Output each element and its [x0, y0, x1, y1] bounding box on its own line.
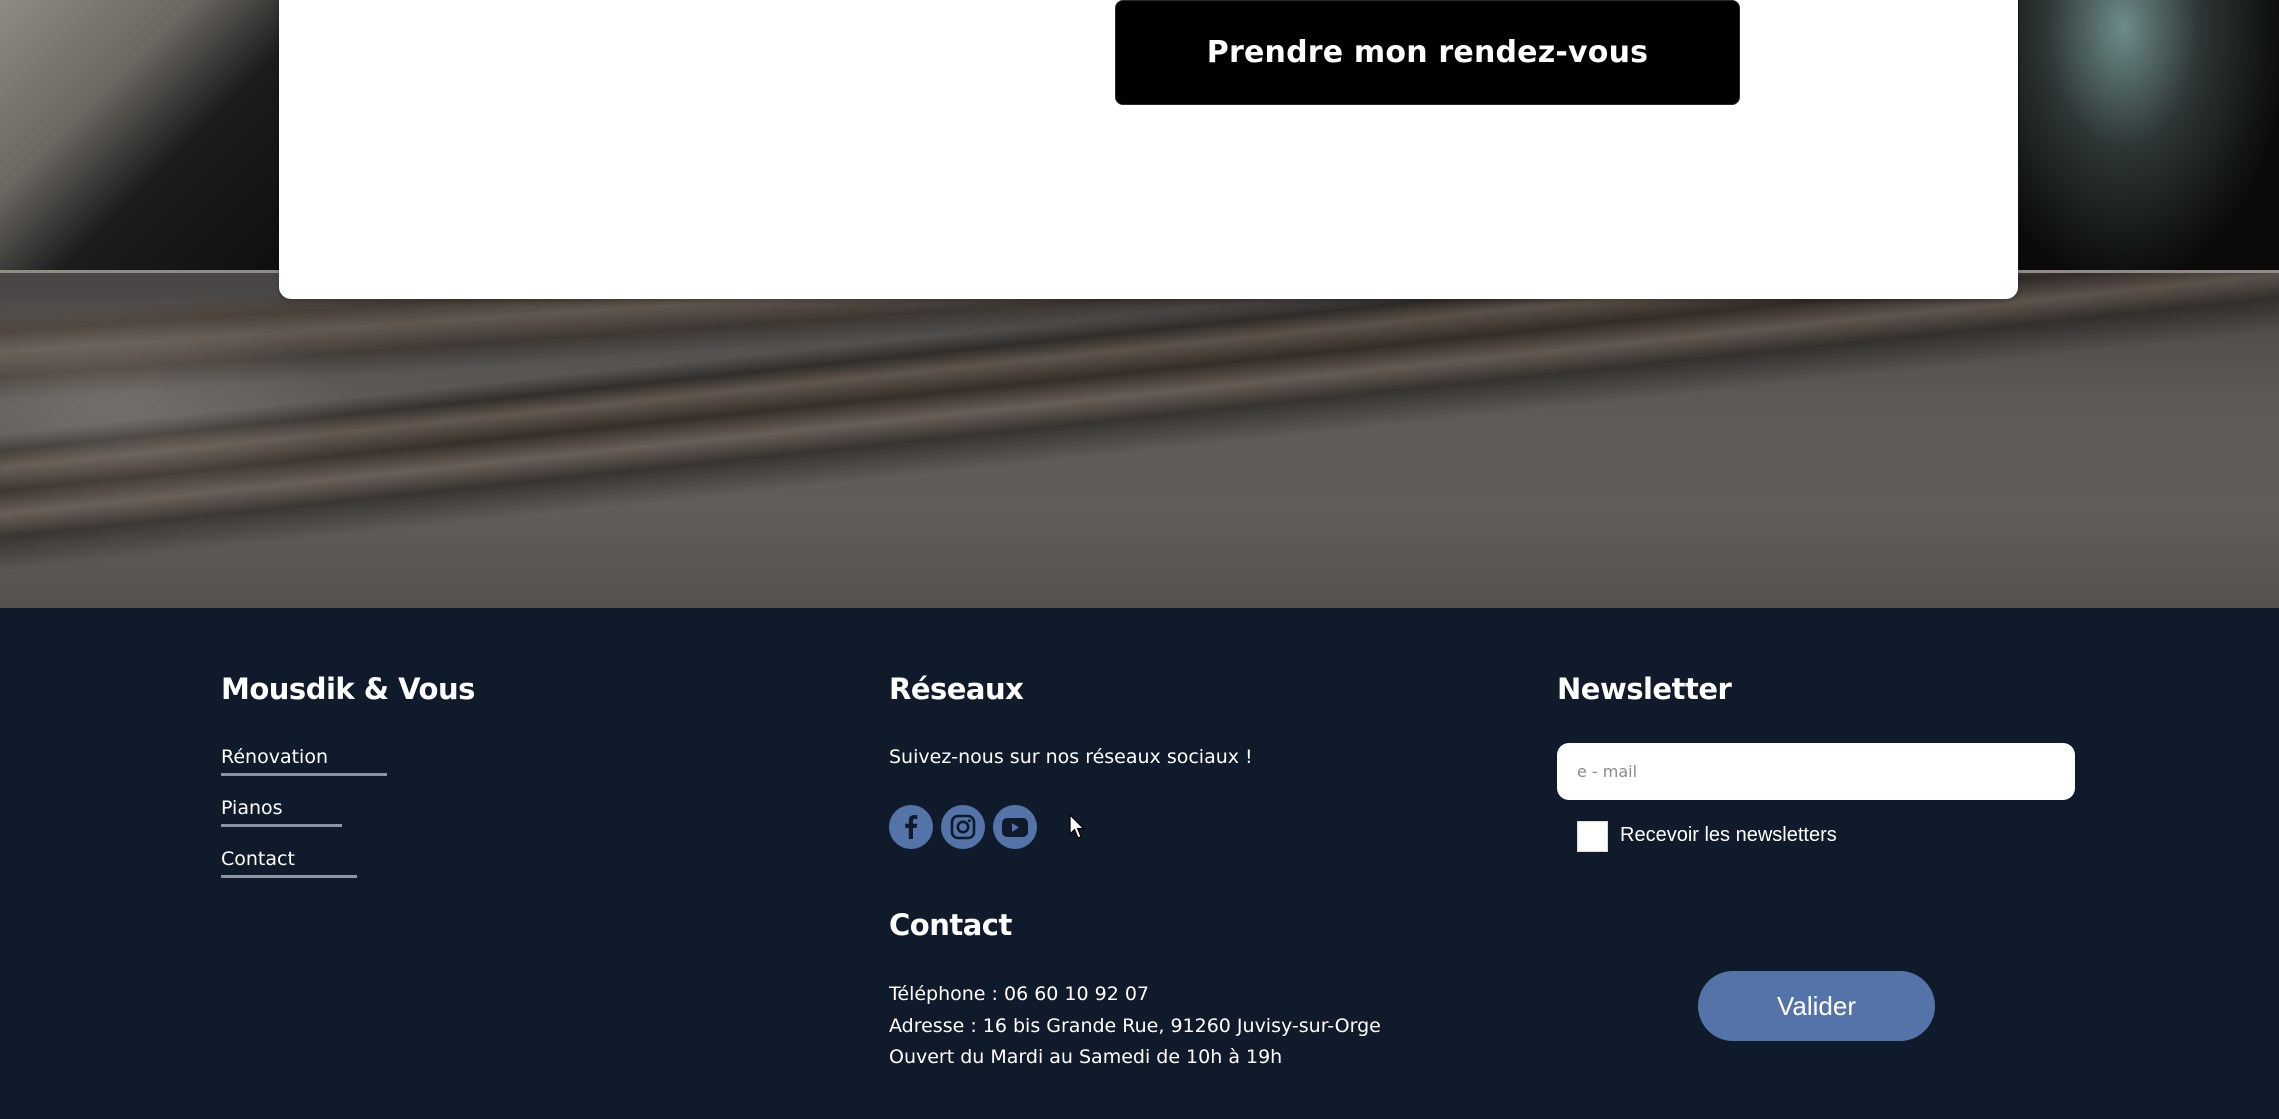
appointment-card: Prendre mon rendez-vous	[279, 0, 2018, 299]
hero-photo-right-highlight	[2019, 0, 2279, 272]
facebook-icon[interactable]	[889, 805, 933, 849]
newsletter-email-input[interactable]	[1557, 743, 2075, 800]
footer-contact-hours: Ouvert du Mardi au Samedi de 10h à 19h	[889, 1046, 1283, 1068]
newsletter-consent-checkbox[interactable]	[1577, 821, 1608, 852]
footer-social-title: Réseaux	[889, 672, 1024, 706]
footer-link-renovation[interactable]: Rénovation	[221, 746, 328, 768]
footer-link-underline	[221, 824, 342, 827]
hero-photo-left-highlight	[0, 0, 280, 272]
footer-contact-phone: Téléphone : 06 60 10 92 07	[889, 983, 1150, 1005]
footer-brand-title: Mousdik & Vous	[221, 672, 475, 706]
footer-link-underline	[221, 773, 387, 776]
footer-link-contact[interactable]: Contact	[221, 848, 295, 870]
instagram-icon[interactable]	[941, 805, 985, 849]
footer-contact-address: Adresse : 16 bis Grande Rue, 91260 Juvis…	[889, 1015, 1381, 1037]
footer-link-pianos[interactable]: Pianos	[221, 797, 283, 819]
mouse-cursor-icon	[1069, 814, 1085, 839]
photo-overlay	[0, 273, 2279, 608]
footer-social-subtitle: Suivez-nous sur nos réseaux sociaux !	[889, 746, 1253, 768]
footer-newsletter-title: Newsletter	[1557, 672, 1732, 706]
youtube-icon[interactable]	[993, 805, 1037, 849]
newsletter-submit-button[interactable]: Valider	[1698, 971, 1935, 1041]
site-footer: Mousdik & Vous Rénovation Pianos Contact…	[0, 608, 2279, 1119]
footer-link-underline	[221, 875, 357, 878]
newsletter-consent-label: Recevoir les newsletters	[1620, 824, 1837, 846]
book-appointment-button[interactable]: Prendre mon rendez-vous	[1115, 0, 1740, 105]
footer-contact-title: Contact	[889, 908, 1012, 942]
